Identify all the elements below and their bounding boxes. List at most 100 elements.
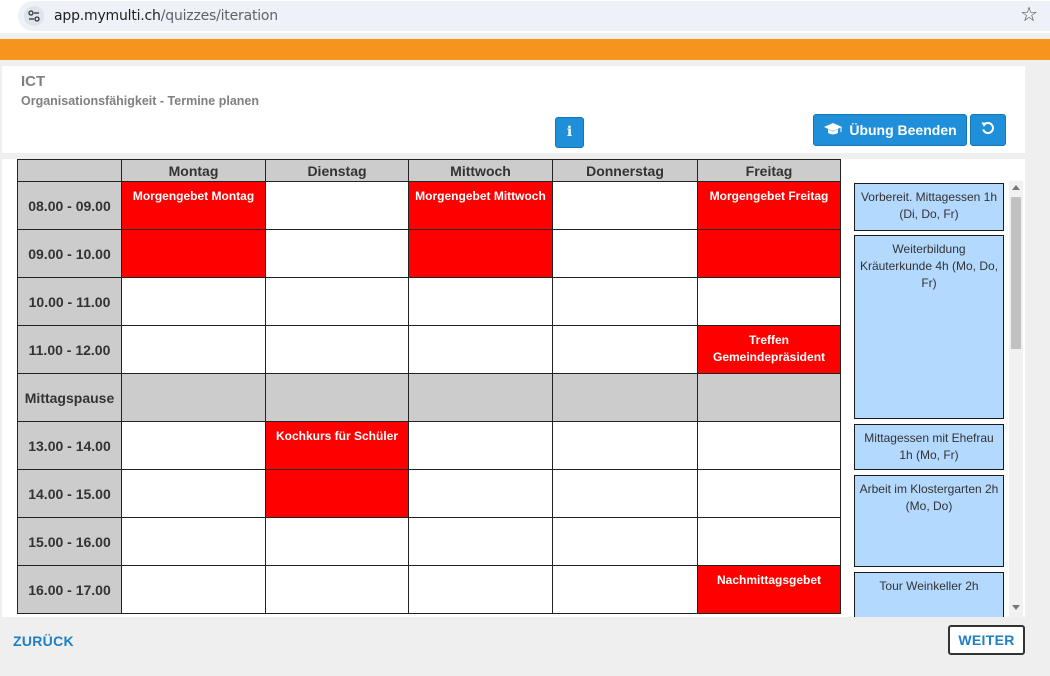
scroll-thumb[interactable] — [1011, 197, 1021, 349]
appointment-cell[interactable]: Morgengebet Montag — [121, 181, 266, 230]
time-slot-label: 11.00 - 12.00 — [17, 325, 122, 374]
appointment-block — [122, 230, 265, 277]
appointment-cell[interactable]: Treffen Gemeindepräsident — [697, 325, 841, 374]
info-icon: i — [566, 124, 573, 140]
appointment-block — [266, 470, 408, 517]
appointment-cell[interactable]: Morgengebet Mittwoch — [408, 181, 553, 230]
appointment-cell[interactable]: Morgengebet Freitag — [697, 181, 841, 230]
lunch-break-cell — [121, 373, 266, 422]
empty-slot-cell[interactable] — [697, 469, 841, 518]
bookmark-star-icon[interactable]: ☆ — [1020, 5, 1038, 25]
task-label: Arbeit im Klostergarten 2h (Mo, Do) — [859, 482, 999, 513]
task-card[interactable]: Weiterbildung Kräuterkunde 4h (Mo, Do, F… — [854, 235, 1004, 419]
time-slot-label: 16.00 - 17.00 — [17, 565, 122, 614]
task-label: Tour Weinkeller 2h — [879, 579, 979, 593]
empty-slot-cell[interactable] — [552, 325, 698, 374]
empty-slot-cell[interactable] — [552, 517, 698, 566]
schedule-row: 14.00 - 15.00 — [17, 469, 841, 518]
empty-slot-cell[interactable] — [408, 469, 553, 518]
task-card[interactable]: Tour Weinkeller 2h — [854, 572, 1004, 617]
empty-slot-cell[interactable] — [552, 181, 698, 230]
appointment-block: Morgengebet Mittwoch — [409, 182, 552, 229]
empty-slot-cell[interactable] — [265, 277, 409, 326]
task-list-scrollbar[interactable] — [1009, 181, 1023, 617]
empty-slot-cell[interactable] — [552, 229, 698, 278]
appointment-cell[interactable] — [121, 229, 266, 278]
lunch-break-cell — [265, 373, 409, 422]
exercise-title: Organisationsfähigkeit - Termine planen — [21, 94, 260, 108]
schedule-row: 08.00 - 09.00 Morgengebet Montag Morgengeb… — [17, 181, 841, 230]
empty-slot-cell[interactable] — [408, 421, 553, 470]
task-card[interactable]: Vorbereit. Mittagessen 1h (Di, Do, Fr) — [854, 183, 1004, 231]
empty-slot-cell[interactable] — [121, 565, 266, 614]
empty-slot-cell[interactable] — [121, 517, 266, 566]
address-bar[interactable]: app.mymulti.ch/quizzes/iteration ☆ — [18, 1, 1050, 31]
day-header-freitag: Freitag — [697, 159, 841, 182]
appointment-block: Kochkurs für Schüler — [266, 422, 408, 469]
weekly-schedule: Montag Dienstag Mittwoch Donnerstag Frei… — [17, 159, 841, 614]
empty-slot-cell[interactable] — [265, 229, 409, 278]
time-slot-label: 13.00 - 14.00 — [17, 421, 122, 470]
info-button[interactable]: i — [555, 117, 584, 148]
appointment-cell[interactable] — [265, 469, 409, 518]
empty-slot-cell[interactable] — [121, 469, 266, 518]
lunch-break-cell — [697, 373, 841, 422]
url-host: app.mymulti.ch — [54, 8, 161, 24]
lunch-break-cell — [408, 373, 553, 422]
back-link[interactable]: ZURÜCK — [13, 633, 74, 649]
time-slot-label: 14.00 - 15.00 — [17, 469, 122, 518]
empty-slot-cell[interactable] — [408, 517, 553, 566]
site-settings-icon[interactable] — [24, 6, 44, 26]
day-header-mittwoch: Mittwoch — [408, 159, 553, 182]
next-button[interactable]: WEITER — [948, 625, 1025, 655]
task-label: Vorbereit. Mittagessen 1h (Di, Do, Fr) — [860, 190, 998, 221]
empty-slot-cell[interactable] — [265, 517, 409, 566]
empty-slot-cell[interactable] — [121, 277, 266, 326]
empty-slot-cell[interactable] — [408, 565, 553, 614]
empty-slot-cell[interactable] — [265, 325, 409, 374]
browser-toolbar: app.mymulti.ch/quizzes/iteration ☆ — [0, 0, 1050, 33]
graduation-cap-icon — [823, 122, 843, 139]
end-exercise-button[interactable]: Übung Beenden — [813, 114, 967, 146]
schedule-row: Mittagspause — [17, 373, 841, 422]
empty-slot-cell[interactable] — [121, 421, 266, 470]
url-path: /quizzes/iteration — [160, 8, 278, 24]
reset-button[interactable] — [970, 114, 1006, 146]
schedule-panel: Montag Dienstag Mittwoch Donnerstag Frei… — [2, 159, 1025, 617]
appointment-cell[interactable] — [408, 229, 553, 278]
day-header-dienstag: Dienstag — [265, 159, 409, 182]
appointment-cell[interactable]: Nachmittagsgebet — [697, 565, 841, 614]
task-card[interactable]: Arbeit im Klostergarten 2h (Mo, Do) — [854, 475, 1004, 567]
empty-slot-cell[interactable] — [121, 325, 266, 374]
url-text[interactable]: app.mymulti.ch/quizzes/iteration — [54, 8, 278, 24]
schedule-row: 13.00 - 14.00 Kochkurs für Schüler — [17, 421, 841, 470]
empty-slot-cell[interactable] — [552, 469, 698, 518]
empty-slot-cell[interactable] — [265, 565, 409, 614]
empty-slot-cell[interactable] — [697, 421, 841, 470]
exercise-header: ICT Organisationsfähigkeit - Termine pla… — [2, 66, 1025, 153]
empty-slot-cell[interactable] — [265, 181, 409, 230]
schedule-row: 15.00 - 16.00 — [17, 517, 841, 566]
brand-band — [0, 39, 1050, 60]
task-label: Mittagessen mit Ehefrau 1h (Mo, Fr) — [864, 431, 994, 462]
appointment-block — [409, 230, 552, 277]
appointment-cell[interactable]: Kochkurs für Schüler — [265, 421, 409, 470]
empty-slot-cell[interactable] — [552, 565, 698, 614]
empty-slot-cell[interactable] — [697, 277, 841, 326]
lunch-break-label: Mittagspause — [17, 373, 122, 422]
empty-slot-cell[interactable] — [552, 277, 698, 326]
schedule-row: 09.00 - 10.00 — [17, 229, 841, 278]
appointment-block — [698, 230, 840, 277]
empty-slot-cell[interactable] — [697, 517, 841, 566]
empty-slot-cell[interactable] — [552, 421, 698, 470]
appointment-cell[interactable] — [697, 229, 841, 278]
empty-slot-cell[interactable] — [408, 325, 553, 374]
appointment-block: Nachmittagsgebet — [698, 566, 840, 613]
schedule-header-row: Montag Dienstag Mittwoch Donnerstag Frei… — [17, 159, 841, 182]
empty-slot-cell[interactable] — [408, 277, 553, 326]
time-slot-label: 08.00 - 09.00 — [17, 181, 122, 230]
scroll-down-arrow-icon[interactable] — [1012, 605, 1020, 610]
scroll-up-arrow-icon[interactable] — [1012, 185, 1020, 190]
task-card[interactable]: Mittagessen mit Ehefrau 1h (Mo, Fr) — [854, 424, 1004, 470]
time-slot-label: 10.00 - 11.00 — [17, 277, 122, 326]
